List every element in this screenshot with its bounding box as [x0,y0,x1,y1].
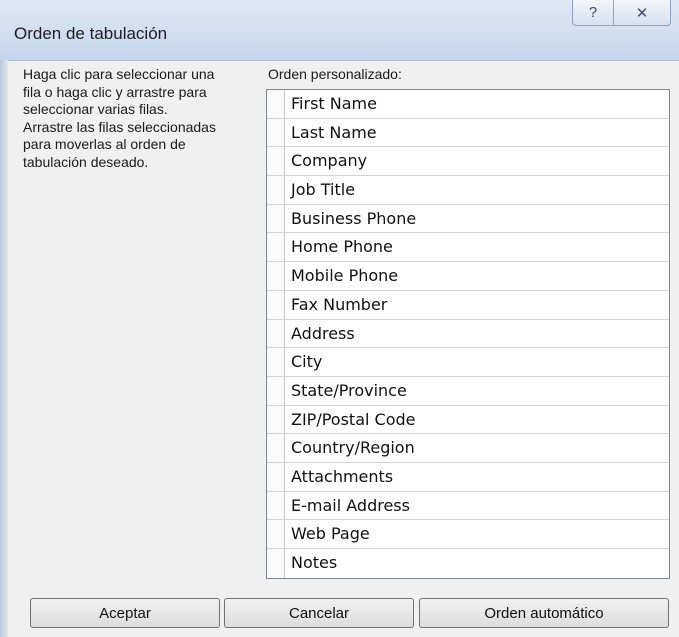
close-button[interactable]: ✕ [613,0,671,26]
title-bar: Orden de tabulación ? ✕ [0,0,679,61]
row-selector[interactable] [267,319,285,348]
row-selector[interactable] [267,290,285,319]
instructions-line: para moverlas al orden de [23,136,186,152]
row-selector[interactable] [267,491,285,520]
help-button[interactable]: ? [572,0,614,26]
row-label: Home Phone [291,237,393,257]
row-selector[interactable] [267,434,285,462]
row-selector[interactable] [267,204,285,233]
row-label: First Name [291,94,377,113]
row-label: ZIP/Postal Code [291,409,416,429]
row-label: Attachments [291,466,394,486]
cancel-button[interactable]: Cancelar [224,598,414,628]
instructions-line: fila o haga clic y arrastre para [23,83,207,100]
instructions-text: Haga clic para seleccionar una fila o ha… [23,66,263,171]
row-label: Last Name [291,122,377,142]
close-icon: ✕ [635,4,649,22]
list-row[interactable]: Web Page [267,520,669,549]
row-selector[interactable] [267,262,285,290]
custom-order-list[interactable]: First Name Last Name Company Job Title B… [266,89,670,579]
row-label: E-mail Address [291,495,410,515]
row-selector[interactable] [267,147,285,176]
instructions-line: seleccionar varias filas. [23,101,168,117]
row-selector[interactable] [267,118,285,147]
list-row[interactable]: Attachments [267,462,669,492]
row-selector[interactable] [267,233,285,262]
row-label: State/Province [291,380,407,400]
instructions-line: Arrastre las filas seleccionadas [23,118,216,135]
list-row[interactable]: Job Title [267,176,669,205]
list-row[interactable]: First Name [267,90,669,119]
auto-order-button[interactable]: Orden automático [419,598,669,628]
instructions-line: tabulación deseado. [23,153,149,170]
list-row[interactable]: Last Name [267,118,669,148]
list-row[interactable]: Country/Region [267,434,669,463]
list-row[interactable]: ZIP/Postal Code [267,405,669,435]
row-label: Fax Number [291,294,388,314]
help-icon: ? [588,4,598,21]
window-edge [0,60,8,637]
row-label: Country/Region [291,438,415,458]
row-label: Company [291,151,368,171]
row-label: Address [291,323,355,343]
row-label: City [291,352,323,372]
row-label: Business Phone [291,208,417,228]
row-selector[interactable] [267,376,285,405]
row-selector[interactable] [267,176,285,204]
list-row[interactable]: Company [267,147,669,177]
list-row[interactable]: Address [267,319,669,349]
accept-button[interactable]: Aceptar [30,598,220,628]
row-label: Mobile Phone [291,266,399,286]
tab-order-dialog: Orden de tabulación ? ✕ Haga clic para s… [0,0,679,637]
row-label: Web Page [291,524,370,544]
custom-order-label: Orden personalizado: [268,66,402,82]
instructions-line: Haga clic para seleccionar una [23,66,215,82]
list-row[interactable]: Home Phone [267,233,669,263]
row-label: Job Title [291,180,356,200]
list-row[interactable]: City [267,348,669,377]
row-selector[interactable] [267,90,285,118]
row-selector[interactable] [267,549,285,578]
list-row[interactable]: Business Phone [267,204,669,234]
row-selector[interactable] [267,348,285,376]
row-selector[interactable] [267,462,285,491]
list-row[interactable]: Mobile Phone [267,262,669,291]
list-row[interactable]: Notes [267,549,669,578]
list-row[interactable]: E-mail Address [267,491,669,521]
list-row[interactable]: Fax Number [267,290,669,320]
dialog-title: Orden de tabulación [14,24,168,43]
row-label: Notes [291,553,338,572]
row-selector[interactable] [267,405,285,434]
row-selector[interactable] [267,520,285,548]
list-row[interactable]: State/Province [267,376,669,406]
